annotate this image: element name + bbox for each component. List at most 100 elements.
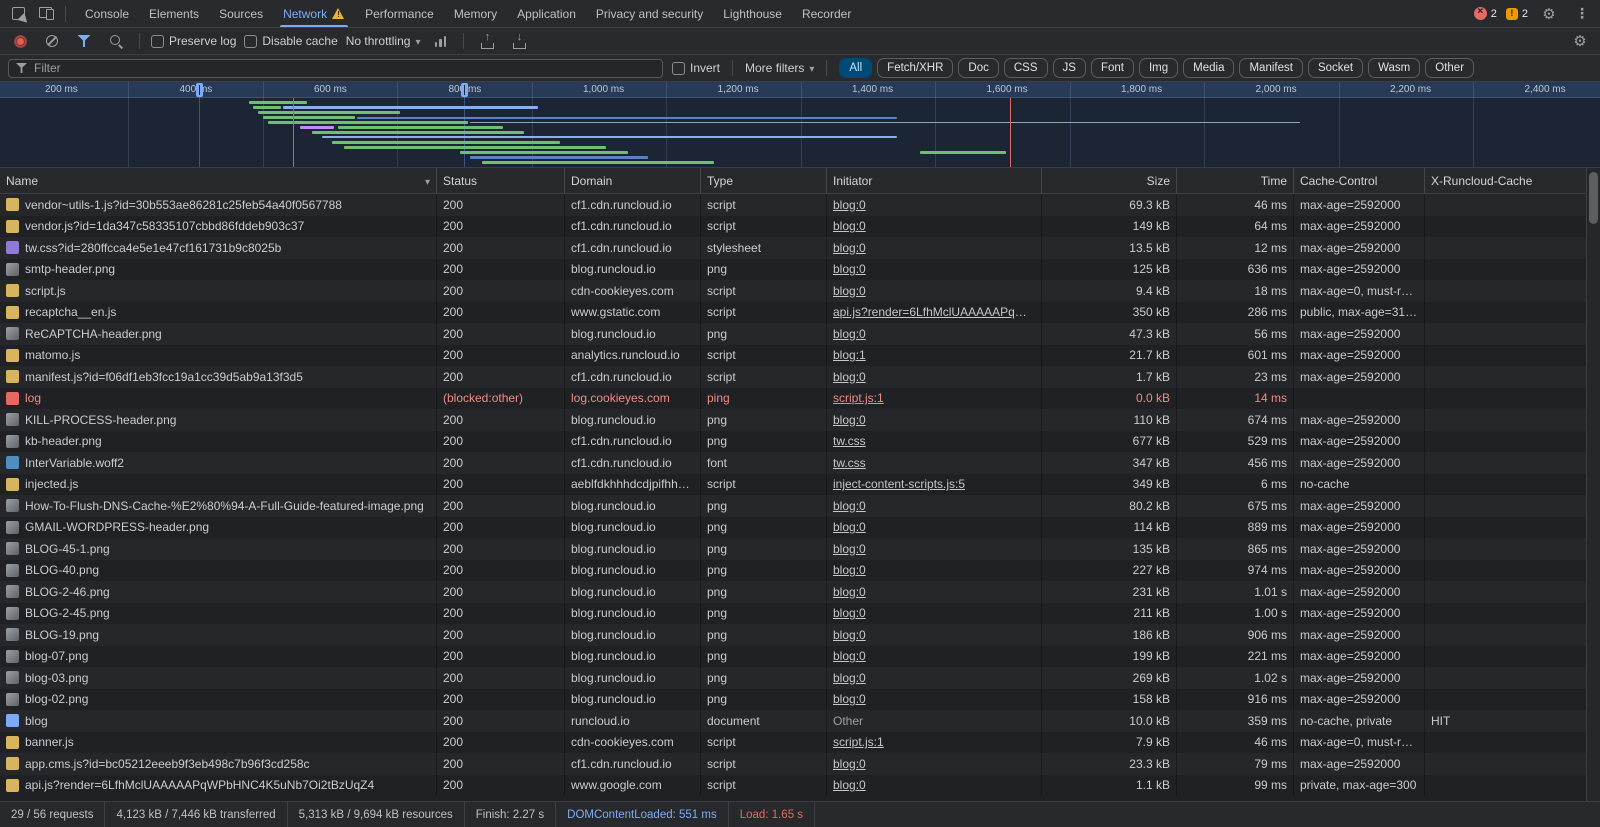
filter-chip-font[interactable]: Font [1090,58,1134,78]
column-header-status[interactable]: Status [437,168,565,193]
filter-chip-manifest[interactable]: Manifest [1239,58,1303,78]
tab-recorder[interactable]: Recorder [792,0,861,27]
column-header-domain[interactable]: Domain [565,168,701,193]
tab-memory[interactable]: Memory [444,0,507,27]
initiator-link[interactable]: blog:0 [833,542,866,556]
table-row[interactable]: BLOG-40.png 200 blog.runcloud.io png blog:0 2… [0,559,1586,581]
overview-drag-handle[interactable] [196,83,203,97]
preserve-log-toggle[interactable]: Preserve log [151,34,236,48]
filter-chip-other[interactable]: Other [1425,58,1475,78]
table-row[interactable]: manifest.js?id=f06df1eb3fcc19a1cc39d5ab9… [0,366,1586,388]
search-button[interactable] [104,30,128,52]
table-row[interactable]: blog-03.png 200 blog.runcloud.io png blog:0 2… [0,667,1586,689]
filter-chip-wasm[interactable]: Wasm [1368,58,1421,78]
initiator-link[interactable]: script.js:1 [833,735,884,749]
initiator-link[interactable]: blog:0 [833,327,866,341]
table-row[interactable]: log (blocked:other) log.cookieyes.com ping s… [0,387,1586,409]
inspect-element-button[interactable] [6,3,30,25]
initiator-link[interactable]: blog:1 [833,348,866,362]
column-header-cache[interactable]: Cache-Control [1294,168,1425,193]
table-row[interactable]: app.cms.js?id=bc05212eeeb9f3eb498c7b96f3… [0,753,1586,775]
network-filter-input[interactable]: Filter [8,58,663,78]
column-header-xcache[interactable]: X-Runcloud-Cache [1425,168,1586,193]
initiator-link[interactable]: blog:0 [833,628,866,642]
more-options-button[interactable] [1570,3,1594,25]
initiator-link[interactable]: blog:0 [833,520,866,534]
filter-chip-media[interactable]: Media [1183,58,1235,78]
table-row[interactable]: BLOG-2-46.png 200 blog.runcloud.io png blog:… [0,581,1586,603]
initiator-link[interactable]: script.js:1 [833,391,884,405]
tab-lighthouse[interactable]: Lighthouse [713,0,792,27]
table-row[interactable]: BLOG-2-45.png 200 blog.runcloud.io png blog:… [0,602,1586,624]
export-har-button[interactable] [507,30,531,52]
table-row[interactable]: BLOG-19.png 200 blog.runcloud.io png blog:0 1… [0,624,1586,646]
tab-network[interactable]: Network [273,0,355,27]
table-row[interactable]: blog-07.png 200 blog.runcloud.io png blog:0 1… [0,645,1586,667]
scrollbar-thumb[interactable] [1589,172,1598,224]
disable-cache-toggle[interactable]: Disable cache [244,34,338,48]
initiator-link[interactable]: blog:0 [833,499,866,513]
tab-elements[interactable]: Elements [139,0,209,27]
table-row[interactable]: tw.css?id=280ffcca4e5e1e47cf161731b9c802… [0,237,1586,259]
initiator-link[interactable]: inject-content-scripts.js:5 [833,477,965,491]
tab-performance[interactable]: Performance [355,0,444,27]
initiator-link[interactable]: tw.css [833,456,866,470]
initiator-link[interactable]: blog:0 [833,241,866,255]
clear-network-log-button[interactable] [40,30,64,52]
initiator-link[interactable]: blog:0 [833,284,866,298]
record-network-log-button[interactable] [8,30,32,52]
table-row[interactable]: kb-header.png 200 cf1.cdn.runcloud.io png tw… [0,430,1586,452]
table-row[interactable]: vendor~utils-1.js?id=30b553ae86281c25feb… [0,194,1586,216]
table-row[interactable]: blog-02.png 200 blog.runcloud.io png blog:0 1… [0,688,1586,710]
table-row[interactable]: injected.js 200 aeblfdkhhhdcdjpifhhbbhhfcf… [0,473,1586,495]
table-row[interactable]: banner.js 200 cdn-cookieyes.com script scrip… [0,731,1586,753]
network-conditions-button[interactable] [428,30,452,52]
network-settings-button[interactable] [1568,30,1592,52]
overview-strip[interactable]: 200 ms 400 ms 600 ms 800 ms 1,000 ms 1,200 ms… [0,82,1600,168]
table-row[interactable]: script.js 200 cdn-cookieyes.com script blog:… [0,280,1586,302]
initiator-link[interactable]: blog:0 [833,606,866,620]
filter-toggle-button[interactable] [72,30,96,52]
filter-chip-fetch-xhr[interactable]: Fetch/XHR [877,58,954,78]
table-row[interactable]: How-To-Flush-DNS-Cache-%E2%80%94-A-Full-… [0,495,1586,517]
import-har-button[interactable] [475,30,499,52]
table-row[interactable]: KILL-PROCESS-header.png 200 blog.runcloud.… [0,409,1586,431]
table-row[interactable]: recaptcha__en.js 200 www.gstatic.com script… [0,301,1586,323]
initiator-link[interactable]: blog:0 [833,262,866,276]
table-row[interactable]: BLOG-45-1.png 200 blog.runcloud.io png blog:… [0,538,1586,560]
tab-application[interactable]: Application [507,0,586,27]
column-header-initiator[interactable]: Initiator [827,168,1042,193]
table-row[interactable]: smtp-header.png 200 blog.runcloud.io png blo… [0,258,1586,280]
tab-privacy-and-security[interactable]: Privacy and security [586,0,713,27]
initiator-link[interactable]: api.js?render=6LfhMclUAAAAAPqWPbHNC4K5uN… [833,305,1035,319]
invert-toggle[interactable]: Invert [672,61,720,75]
initiator-link[interactable]: blog:0 [833,563,866,577]
table-row[interactable]: GMAIL-WORDPRESS-header.png 200 blog.runclo… [0,516,1586,538]
throttling-select[interactable]: No throttling [346,34,421,48]
console-errors-badge[interactable]: 2 [1473,6,1497,20]
initiator-link[interactable]: blog:0 [833,778,866,792]
initiator-link[interactable]: blog:0 [833,757,866,771]
devtools-settings-button[interactable] [1537,3,1561,25]
table-row[interactable]: ReCAPTCHA-header.png 200 blog.runcloud.io p… [0,323,1586,345]
toggle-device-toolbar-button[interactable] [34,3,58,25]
initiator-link[interactable]: blog:0 [833,198,866,212]
column-header-time[interactable]: Time [1177,168,1294,193]
filter-chip-img[interactable]: Img [1138,58,1179,78]
initiator-link[interactable]: blog:0 [833,671,866,685]
column-header-size[interactable]: Size [1042,168,1177,193]
table-row[interactable]: InterVariable.woff2 200 cf1.cdn.runcloud.i… [0,452,1586,474]
overview-drag-handle[interactable] [461,83,468,97]
table-row[interactable]: api.js?render=6LfhMclUAAAAAPqWPbHNC4K5uN… [0,774,1586,796]
preserve-log-checkbox[interactable] [151,34,164,48]
initiator-link[interactable]: blog:0 [833,692,866,706]
filter-chip-js[interactable]: JS [1052,58,1086,78]
table-row[interactable]: matomo.js 200 analytics.runcloud.io script b… [0,344,1586,366]
filter-chip-doc[interactable]: Doc [958,58,999,78]
initiator-link[interactable]: blog:0 [833,413,866,427]
issues-badge[interactable]: 2 [1505,7,1528,20]
column-header-name[interactable]: Name [0,168,437,193]
table-row[interactable]: blog 200 runcloud.io document Other 10.0 kB 35… [0,710,1586,732]
more-filters-select[interactable]: More filters [745,61,814,75]
disable-cache-checkbox[interactable] [244,34,258,48]
